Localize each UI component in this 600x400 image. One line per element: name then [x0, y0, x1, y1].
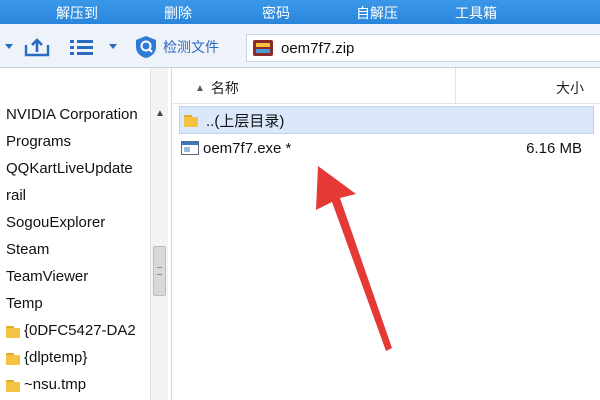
list-header: ▲ 名称 大小	[173, 68, 600, 104]
detect-file-button[interactable]: 检测文件	[134, 36, 219, 58]
menu-password[interactable]: 密码	[262, 3, 290, 23]
list-view-icon	[70, 40, 93, 55]
tree-item[interactable]: SogouExplorer	[6, 214, 150, 231]
top-menubar: 解压到 删除 密码 自解压 工具箱	[0, 0, 600, 24]
tree-item[interactable]: {0DFC5427-DA2	[6, 322, 150, 339]
detect-file-label: 检测文件	[163, 39, 219, 55]
toolbar: 检测文件 oem7f7.zip	[0, 24, 600, 68]
tree-item[interactable]: ~nsu.tmp	[6, 376, 150, 393]
tree-item[interactable]: Steam	[6, 241, 150, 258]
view-dropdown-icon[interactable]	[108, 36, 118, 58]
folder-icon	[6, 324, 20, 338]
menu-self-extract[interactable]: 自解压	[356, 3, 398, 23]
tree-item-label: {dlptemp}	[24, 349, 88, 366]
tree-item[interactable]: TeamViewer	[6, 268, 150, 285]
file-row[interactable]: oem7f7.exe * 6.16 MB	[179, 134, 594, 162]
file-name: oem7f7.exe *	[203, 139, 292, 157]
column-name-label: 名称	[210, 80, 239, 96]
folder-tree-panel: × NVIDIA Corporation Programs QQKartLive…	[0, 68, 172, 400]
scroll-up-icon[interactable]: ▲	[155, 108, 165, 119]
up-folder-icon	[24, 38, 50, 57]
address-path: oem7f7.zip	[281, 39, 355, 57]
tree-item-label: TeamViewer	[6, 268, 89, 285]
sort-arrow-icon: ▲	[195, 82, 205, 94]
file-size: 6.16 MB	[526, 139, 582, 157]
tree-item[interactable]: NVIDIA Corporation	[6, 106, 150, 123]
parent-directory-row[interactable]: ..(上层目录)	[179, 106, 594, 134]
tree-item-label: SogouExplorer	[6, 214, 106, 231]
tree-item-label: rail	[6, 187, 27, 204]
dropdown-arrow-icon[interactable]	[4, 36, 14, 58]
tree-scrollbar[interactable]: ▲	[150, 68, 168, 400]
menu-delete[interactable]: 删除	[164, 3, 192, 23]
tree-item-label: NVIDIA Corporation	[6, 106, 138, 123]
column-name-header[interactable]: ▲ 名称	[195, 78, 239, 98]
menu-extract-to[interactable]: 解压到	[56, 3, 98, 23]
folder-icon	[6, 378, 20, 392]
up-folder-button[interactable]	[24, 36, 50, 58]
shield-icon	[136, 36, 156, 58]
column-size-header[interactable]: 大小	[556, 78, 584, 98]
tree-item[interactable]: Programs	[6, 133, 150, 150]
tree-item-label: ~nsu.tmp	[24, 376, 87, 393]
menu-toolbox[interactable]: 工具箱	[455, 3, 497, 23]
address-bar[interactable]: oem7f7.zip	[246, 34, 600, 62]
red-annotation-arrow-icon	[316, 166, 392, 351]
parent-directory-label: ..(上层目录)	[206, 112, 285, 130]
tree-item-label: {0DFC5427-DA2	[24, 322, 136, 339]
tree-item-label: Programs	[6, 133, 72, 150]
scrollbar-thumb[interactable]	[153, 246, 166, 296]
tree-item[interactable]: QQKartLiveUpdate	[6, 160, 150, 177]
zip-archive-icon	[253, 38, 273, 58]
tree-item[interactable]: {dlptemp}	[6, 349, 150, 366]
tree-item[interactable]: rail	[6, 187, 150, 204]
tree-item[interactable]: Temp	[6, 295, 150, 312]
folder-icon	[184, 113, 198, 127]
exe-file-icon	[181, 141, 199, 155]
view-list-button[interactable]	[70, 36, 94, 58]
tree-item-label: QQKartLiveUpdate	[6, 160, 133, 177]
folder-icon	[6, 351, 20, 365]
tree-item-label: Steam	[6, 241, 50, 258]
tree-item-label: Temp	[6, 295, 43, 312]
